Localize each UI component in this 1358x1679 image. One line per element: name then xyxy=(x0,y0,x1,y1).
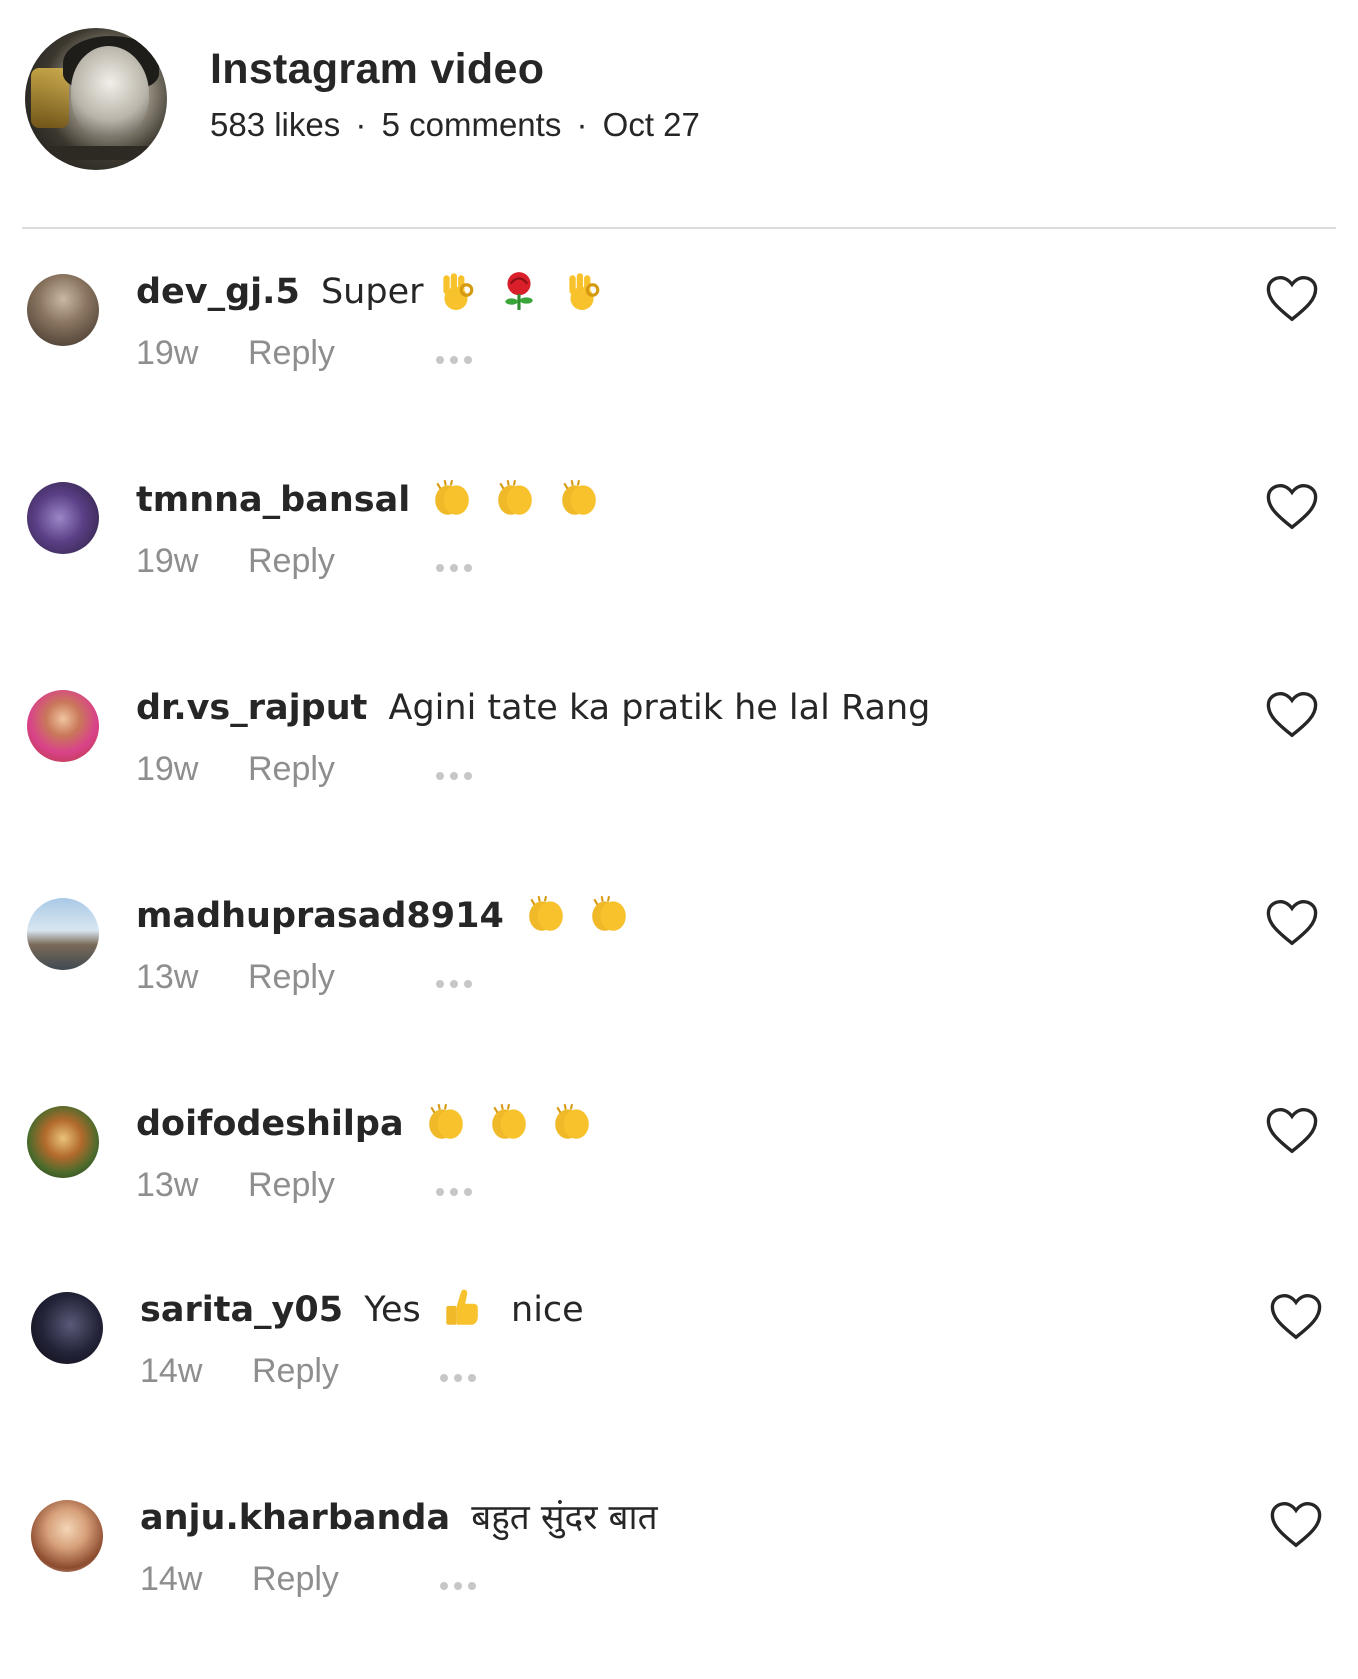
comment-time[interactable]: 19w xyxy=(136,750,198,789)
heart-outline-icon[interactable] xyxy=(1265,690,1319,740)
comment-time[interactable]: 13w xyxy=(136,1166,198,1205)
post-meta: 583 likes · 5 comments · Oct 27 xyxy=(210,106,700,144)
ok-hand-icon xyxy=(443,273,473,310)
reply-button[interactable]: Reply xyxy=(248,958,335,997)
comments-count[interactable]: 5 comments xyxy=(382,106,562,143)
comment-username[interactable]: anju.kharbanda xyxy=(140,1498,450,1538)
rose-icon xyxy=(505,272,533,310)
comment-time[interactable]: 14w xyxy=(140,1352,202,1391)
clapping-hands-icon xyxy=(435,479,470,515)
meta-separator: · xyxy=(355,106,367,143)
comment-item: sarita_y05 Yes nice 14w Reply xyxy=(0,1280,1358,1460)
comment-time[interactable]: 19w xyxy=(136,542,198,581)
comment-item: dr.vs_rajput Agini tate ka pratik he lal… xyxy=(0,678,1358,858)
comment-body: madhuprasad8914 13w Reply xyxy=(136,886,1218,1008)
post-date: Oct 27 xyxy=(602,106,700,143)
comment-username[interactable]: madhuprasad8914 xyxy=(136,896,504,936)
comment-item: anju.kharbanda बहुत सुंदर बात 14w Reply xyxy=(0,1488,1358,1668)
comment-body: dev_gj.5 Super 19w Reply xyxy=(136,262,1218,384)
reply-button[interactable]: Reply xyxy=(252,1560,339,1599)
comment-item: madhuprasad8914 13w Reply xyxy=(0,886,1358,1066)
clapping-hands-icon xyxy=(428,1103,463,1139)
header-divider xyxy=(22,227,1336,229)
reply-button[interactable]: Reply xyxy=(248,334,335,373)
more-options-icon[interactable] xyxy=(436,966,480,996)
clapping-hands-icon xyxy=(561,479,596,515)
comment-text: बहुत सुंदर बात xyxy=(471,1498,658,1538)
comment-time[interactable]: 13w xyxy=(136,958,198,997)
comment-username[interactable]: tmnna_bansal xyxy=(136,480,410,520)
post-header: Instagram video 583 likes · 5 comments ·… xyxy=(0,0,1358,230)
comment-avatar[interactable] xyxy=(27,482,99,554)
clapping-hands-icon xyxy=(529,895,563,931)
heart-outline-icon[interactable] xyxy=(1265,1106,1319,1156)
more-options-icon[interactable] xyxy=(436,550,480,580)
comment-avatar[interactable] xyxy=(27,690,99,762)
more-options-icon[interactable] xyxy=(440,1360,484,1390)
heart-outline-icon[interactable] xyxy=(1265,274,1319,324)
comment-avatar[interactable] xyxy=(27,898,99,970)
comment-text-after: nice xyxy=(511,1290,584,1330)
comment-item: doifodeshilpa 13w Reply xyxy=(0,1094,1358,1274)
clapping-hands-icon xyxy=(592,895,626,931)
comment-avatar[interactable] xyxy=(27,274,99,346)
comment-time[interactable]: 14w xyxy=(140,1560,202,1599)
reply-button[interactable]: Reply xyxy=(248,750,335,789)
ok-hand-icon xyxy=(569,273,600,310)
heart-outline-icon[interactable] xyxy=(1265,482,1319,532)
comment-username[interactable]: dev_gj.5 xyxy=(136,272,300,312)
meta-separator: · xyxy=(576,106,588,143)
reply-button[interactable]: Reply xyxy=(248,1166,335,1205)
comment-text: Super xyxy=(320,272,424,312)
comment-body: tmnna_bansal 19w Reply xyxy=(136,470,1218,592)
comment-text: Agini tate ka pratik he lal Rang xyxy=(388,688,931,728)
comment-body: doifodeshilpa 13w Reply xyxy=(136,1094,1218,1216)
more-options-icon[interactable] xyxy=(436,342,480,372)
reply-button[interactable]: Reply xyxy=(248,542,335,581)
more-options-icon[interactable] xyxy=(436,1174,480,1204)
more-options-icon[interactable] xyxy=(436,758,480,788)
thumbs-up-icon xyxy=(446,1289,478,1325)
clapping-hands-icon xyxy=(555,1103,589,1139)
comment-time[interactable]: 19w xyxy=(136,334,198,373)
comment-body: anju.kharbanda बहुत सुंदर बात 14w Reply xyxy=(140,1488,1218,1610)
comment-avatar[interactable] xyxy=(27,1106,99,1178)
comment-item: dev_gj.5 Super 19w Reply xyxy=(0,262,1358,442)
post-avatar[interactable] xyxy=(25,28,167,170)
clapping-hands-icon xyxy=(498,479,533,515)
heart-outline-icon[interactable] xyxy=(1269,1500,1323,1550)
comment-avatar[interactable] xyxy=(31,1500,103,1572)
comment-username[interactable]: sarita_y05 xyxy=(140,1290,343,1330)
heart-outline-icon[interactable] xyxy=(1269,1292,1323,1342)
comment-item: tmnna_bansal 19w Reply xyxy=(0,470,1358,650)
heart-outline-icon[interactable] xyxy=(1265,898,1319,948)
post-title: Instagram video xyxy=(210,45,545,93)
more-options-icon[interactable] xyxy=(440,1568,484,1598)
comment-username[interactable]: dr.vs_rajput xyxy=(136,688,367,728)
comment-text: Yes xyxy=(364,1290,421,1330)
reply-button[interactable]: Reply xyxy=(252,1352,339,1391)
comment-body: dr.vs_rajput Agini tate ka pratik he lal… xyxy=(136,678,1218,800)
comment-username[interactable]: doifodeshilpa xyxy=(136,1104,404,1144)
likes-count[interactable]: 583 likes xyxy=(210,106,340,143)
clapping-hands-icon xyxy=(492,1103,526,1139)
comment-body: sarita_y05 Yes nice 14w Reply xyxy=(140,1280,1218,1402)
comment-avatar[interactable] xyxy=(31,1292,103,1364)
